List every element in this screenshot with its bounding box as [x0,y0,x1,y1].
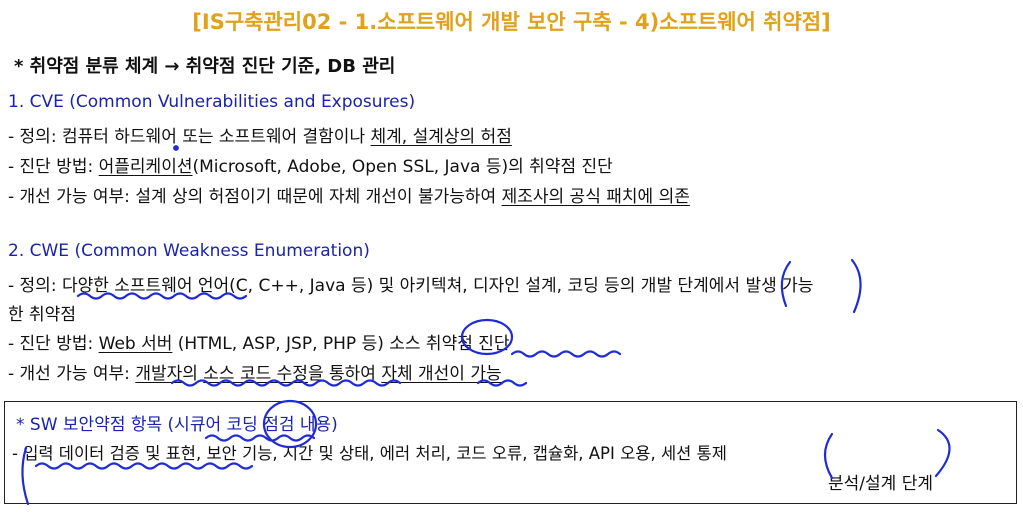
cwe-method: - 진단 방법: Web 서버 (HTML, ASP, JSP, PHP 등) … [8,329,510,354]
cve-method-label: - 진단 방법: [8,157,99,177]
sw-weakness-items: - 입력 데이터 검증 및 표현, 보안 기능, 시간 및 상태, 에러 처리,… [12,444,727,463]
cve-improve-highlight: 제조사의 공식 패치에 의존 [501,187,690,207]
cwe-improve-label: - 개선 가능 여부: [8,364,136,384]
cve-improve: - 개선 가능 여부: 설계 상의 허점이기 때문에 자체 개선이 불가능하여 … [8,182,690,207]
ink-wavy-underline [510,350,622,358]
cve-heading: 1. CVE (Common Vulnerabilities and Expos… [8,92,416,112]
ink-bracket-right [850,258,862,314]
cve-improve-text: - 개선 가능 여부: 설계 상의 허점이기 때문에 자체 개선이 불가능하여 [8,187,502,207]
cwe-improve-developer: 개발자 [135,364,183,384]
sw-weakness-note: 분석/설계 단계 [828,474,933,494]
cve-method-highlight: 어플리케이션 [98,157,193,177]
section-subtitle: * 취약점 분류 체계 → 취약점 진단 기준, DB 관리 [14,56,396,77]
cwe-method-text: (HTML, ASP, JSP, PHP 등) 소스 취약점 진단 [172,334,510,354]
sw-weakness-heading: * SW 보안약점 항목 (시큐어 코딩 점검 내용) [16,415,338,435]
cwe-improve-particle: 의 [182,364,204,384]
cwe-heading: 2. CWE (Common Weakness Enumeration) [8,241,370,261]
cve-method-text: (Microsoft, Adobe, Open SSL, Java 등)의 취약… [192,157,613,177]
cwe-definition-line2: 한 취약점 [8,305,76,325]
cwe-improve-self: 자체 개선이 가능 [381,364,502,384]
page-title: [IS구축관리02 - 1.소프트웨어 개발 보안 구축 - 4)소프트웨어 취… [192,10,831,34]
cwe-method-label: - 진단 방법: [8,334,99,354]
cve-definition-highlight: 체계, 설계상의 허점 [370,127,512,147]
cve-definition: - 정의: 컴퓨터 하드웨어 또는 소프트웨어 결함이나 체계, 설계상의 허점 [8,122,512,147]
cwe-improve-source-fix: 소스 코드 수정 [203,364,308,384]
cwe-improve: - 개선 가능 여부: 개발자의 소스 코드 수정을 통하여 자체 개선이 가능 [8,359,502,384]
cwe-improve-through: 을 통하여 [307,364,382,384]
cve-definition-text: - 정의: 컴퓨터 하드웨어 또는 소프트웨어 결함이나 [8,127,371,147]
cve-method: - 진단 방법: 어플리케이션(Microsoft, Adobe, Open S… [8,152,613,177]
cwe-definition-line1: - 정의: 다양한 소프트웨어 언어(C, C++, Java 등) 및 아키텍… [8,276,814,296]
cwe-method-highlight: Web 서버 [98,334,173,354]
